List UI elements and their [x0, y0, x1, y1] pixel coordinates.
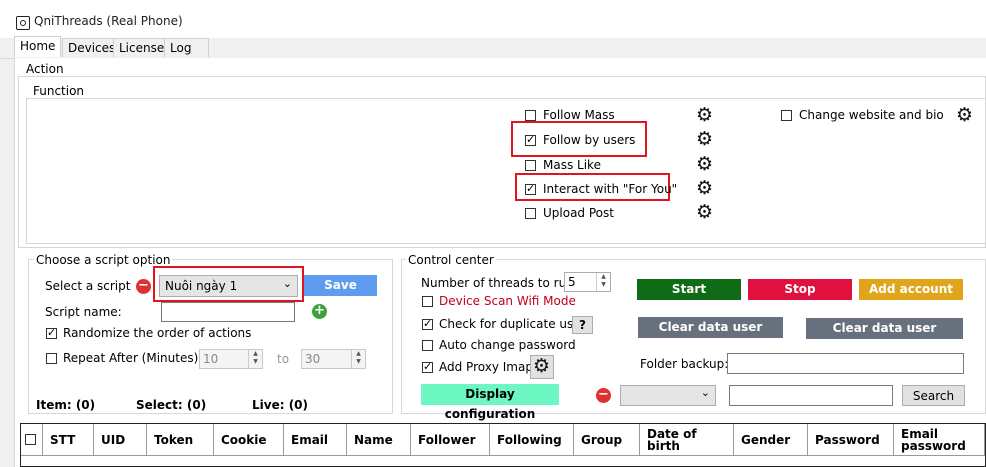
save-script-button[interactable]: Save [304, 275, 377, 296]
select-count: Select: (0) [136, 398, 207, 412]
interact-for-you-label: Interact with "For You" [543, 182, 678, 196]
follow-by-users-checkbox[interactable] [525, 133, 536, 147]
help-button[interactable]: ? [572, 316, 593, 334]
remove-filter-icon[interactable]: − [596, 388, 611, 403]
column-header[interactable]: Name [347, 424, 411, 456]
change-website-checkbox[interactable] [781, 110, 792, 121]
accounts-table: STT UID Token Cookie Email Name Follower… [20, 423, 986, 467]
threads-label: Number of threads to run: [421, 276, 578, 290]
change-website-settings-icon[interactable]: ⚙ [956, 106, 973, 125]
remove-script-icon[interactable]: − [136, 279, 151, 294]
threads-value: 5 [568, 275, 576, 289]
chevron-down-icon: ⌄ [700, 386, 710, 399]
start-button[interactable]: Start [637, 279, 741, 300]
repeat-to-value: 30 [305, 352, 321, 366]
script-option-group-label: Choose a script option [34, 253, 173, 267]
interact-for-you-settings-icon[interactable]: ⚙ [696, 179, 713, 198]
display-configuration-button[interactable]: Display configuration [421, 384, 559, 421]
action-group-label: Action [24, 62, 66, 76]
auto-change-password-label: Auto change password [439, 338, 576, 352]
follow-by-users-settings-icon[interactable]: ⚙ [696, 130, 713, 149]
control-center-group-label: Control center [406, 253, 496, 267]
follow-mass-settings-icon[interactable]: ⚙ [696, 106, 713, 125]
column-header[interactable]: Cookie [214, 424, 284, 456]
tab-home[interactable]: Home [14, 36, 62, 57]
repeat-from-stepper[interactable]: 10 ▲ ▼ [199, 349, 263, 369]
check-duplicate-checkbox[interactable] [422, 317, 433, 331]
mass-like-checkbox[interactable] [525, 160, 536, 171]
follow-mass-label: Follow Mass [543, 108, 615, 122]
repeat-to-stepper[interactable]: 30 ▲ ▼ [301, 349, 366, 369]
device-scan-label: Device Scan Wifi Mode [439, 294, 576, 308]
change-website-label: Change website and bio [799, 108, 944, 122]
column-header[interactable]: Email [284, 424, 347, 456]
stepper-arrows-icon[interactable]: ▲ ▼ [351, 350, 365, 368]
script-name-label: Script name: [45, 305, 122, 319]
select-all-checkbox[interactable] [25, 434, 36, 445]
column-header[interactable]: Token [147, 424, 214, 456]
follow-mass-checkbox[interactable] [525, 110, 536, 121]
item-count: Item: (0) [36, 398, 96, 412]
clear-data-follow-button[interactable]: Clear data user follow [638, 317, 783, 354]
column-header[interactable]: Date of birth [640, 424, 734, 456]
stepper-arrows-icon[interactable]: ▲ ▼ [596, 273, 610, 291]
add-proxy-checkbox[interactable] [422, 360, 433, 374]
tab-license[interactable]: License [113, 38, 171, 57]
stepper-arrows-icon[interactable]: ▲ ▼ [248, 350, 262, 368]
add-account-button[interactable]: Add account [859, 279, 963, 300]
script-select[interactable]: Nuôi ngày 1 ⌄ [159, 275, 298, 297]
title-bar: QniThreads (Real Phone) [0, 0, 986, 38]
upload-post-settings-icon[interactable]: ⚙ [696, 203, 713, 222]
window-title: QniThreads (Real Phone) [34, 14, 183, 28]
function-group-label: Function [31, 84, 87, 98]
search-input[interactable] [729, 385, 893, 406]
repeat-from-value: 10 [203, 352, 219, 366]
proxy-settings-button[interactable]: ⚙ [530, 355, 554, 379]
column-header[interactable]: STT [43, 424, 94, 456]
column-header[interactable]: Group [574, 424, 640, 456]
mass-like-settings-icon[interactable]: ⚙ [696, 155, 713, 174]
script-name-input[interactable] [161, 302, 295, 322]
folder-backup-input[interactable] [727, 353, 964, 374]
column-header[interactable]: Password [808, 424, 894, 456]
add-proxy-label: Add Proxy Imap [439, 360, 533, 374]
app-icon [16, 16, 30, 30]
interact-for-you-checkbox[interactable] [525, 182, 536, 196]
column-header[interactable]: UID [94, 424, 147, 456]
follow-by-users-label: Follow by users [543, 133, 636, 147]
chevron-down-icon: ⌄ [282, 277, 292, 290]
column-header[interactable]: Following [490, 424, 574, 456]
column-header[interactable]: Gender [734, 424, 808, 456]
upload-post-label: Upload Post [543, 206, 614, 220]
device-scan-checkbox[interactable] [422, 296, 433, 307]
tab-log[interactable]: Log [164, 38, 209, 57]
add-script-icon[interactable]: + [312, 304, 327, 319]
upload-post-checkbox[interactable] [525, 208, 536, 219]
script-select-value: Nuôi ngày 1 [165, 279, 238, 293]
filter-select[interactable]: ⌄ [620, 385, 716, 406]
select-script-label: Select a script [45, 279, 131, 293]
live-count: Live: (0) [252, 398, 309, 412]
gear-icon: ⚙ [533, 355, 551, 377]
repeat-after-label: Repeat After (Minutes) [63, 351, 199, 365]
repeat-to-label: to [277, 352, 290, 366]
threads-stepper[interactable]: 5 ▲ ▼ [564, 272, 611, 292]
clear-data-message-button[interactable]: Clear data user message [806, 318, 963, 355]
table-select-all[interactable] [21, 424, 43, 456]
mass-like-label: Mass Like [543, 158, 601, 172]
stop-button[interactable]: Stop [748, 279, 852, 300]
randomize-label: Randomize the order of actions [63, 326, 252, 340]
check-duplicate-label: Check for duplicate users [439, 317, 592, 331]
column-header[interactable]: Email password [894, 424, 985, 456]
repeat-after-checkbox[interactable] [46, 353, 57, 364]
column-header[interactable]: Follower [411, 424, 490, 456]
search-button[interactable]: Search [902, 385, 965, 406]
randomize-checkbox[interactable] [46, 326, 57, 340]
folder-backup-label: Folder backup: [640, 357, 729, 371]
auto-change-password-checkbox[interactable] [422, 340, 433, 351]
